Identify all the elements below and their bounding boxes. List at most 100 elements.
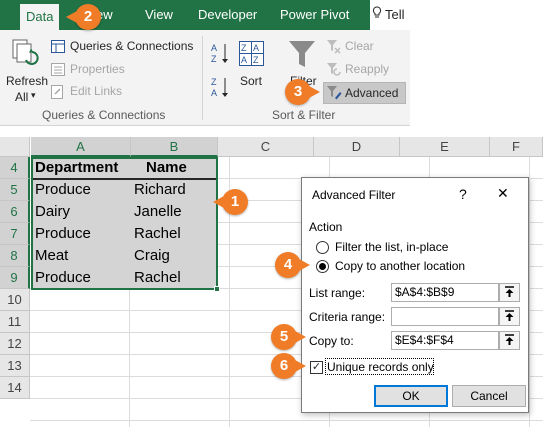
column-header-a[interactable]: A <box>31 137 131 157</box>
cell-a8[interactable]: Meat <box>35 245 68 267</box>
cancel-button[interactable]: Cancel <box>452 385 526 407</box>
tell-me[interactable]: Tell <box>372 0 405 30</box>
list-range-label: List range: <box>309 286 366 300</box>
reapply-icon <box>327 63 341 80</box>
svg-text:Z: Z <box>253 55 259 65</box>
column-header-b[interactable]: B <box>131 137 218 157</box>
step-marker-1: 1 <box>213 189 248 215</box>
radio-filter-in-place[interactable] <box>316 241 329 254</box>
svg-text:A: A <box>211 88 217 98</box>
action-label: Action <box>309 220 343 234</box>
row-header-5[interactable]: 5 <box>0 179 30 201</box>
column-header-f[interactable]: F <box>490 137 543 157</box>
column-header-d[interactable]: D <box>314 137 400 157</box>
tell-me-label: Tell <box>385 7 405 22</box>
queries-connections-button[interactable]: Queries & Connections <box>70 39 193 53</box>
refresh-all-icon[interactable] <box>12 38 40 77</box>
properties-icon <box>51 63 65 79</box>
svg-text:A: A <box>253 43 259 53</box>
svg-text:A: A <box>211 43 217 53</box>
copy-to-input[interactable]: $E$4:$F$4 <box>391 331 499 350</box>
copy-to-collapse-button[interactable] <box>499 331 520 350</box>
criteria-range-label: Criteria range: <box>309 310 386 324</box>
row-header-6[interactable]: 6 <box>0 201 30 223</box>
row-header-14[interactable]: 14 <box>0 377 30 399</box>
advanced-filter-icon <box>327 86 342 103</box>
criteria-range-collapse-button[interactable] <box>499 307 520 326</box>
refresh-all-label-2[interactable]: All <box>15 90 28 104</box>
unique-records-label[interactable]: Unique records only <box>327 360 434 374</box>
close-icon[interactable]: ✕ <box>497 185 509 202</box>
collapse-dialog-icon <box>505 310 514 321</box>
ok-button[interactable]: OK <box>374 385 448 407</box>
tab-data[interactable]: Data <box>20 4 60 30</box>
list-range-input[interactable]: $A$4:$B$9 <box>391 283 499 302</box>
help-icon[interactable]: ? <box>459 186 467 202</box>
copy-to-label: Copy to: <box>309 334 354 348</box>
row-header-7[interactable]: 7 <box>0 223 30 245</box>
select-all-corner[interactable] <box>0 137 30 157</box>
refresh-all-label[interactable]: Refresh <box>6 74 48 88</box>
cell-b6[interactable]: Janelle <box>134 201 182 223</box>
radio-copy-to-location-label[interactable]: Copy to another location <box>335 259 465 273</box>
tab-developer[interactable]: Developer <box>198 0 257 30</box>
step-marker-6: 6 <box>271 353 306 379</box>
svg-text:Z: Z <box>211 54 217 64</box>
row-header-10[interactable]: 10 <box>0 289 30 311</box>
cell-a7[interactable]: Produce <box>35 223 91 245</box>
cell-a9[interactable]: Produce <box>35 267 91 289</box>
reapply-button[interactable]: Reapply <box>345 62 389 76</box>
clear-filter-icon <box>327 40 341 57</box>
row-header-4[interactable]: 4 <box>0 157 30 179</box>
radio-copy-to-location[interactable] <box>316 260 329 273</box>
row-header-9[interactable]: 9 <box>0 267 30 289</box>
row-header-12[interactable]: 12 <box>0 333 30 355</box>
ribbon-divider <box>202 36 203 120</box>
step-marker-5: 5 <box>271 324 306 350</box>
advanced-button-label: Advanced <box>345 86 399 100</box>
radio-filter-in-place-label[interactable]: Filter the list, in-place <box>335 240 448 254</box>
column-header-e[interactable]: E <box>400 137 490 157</box>
edit-links-icon <box>51 85 65 102</box>
cell-b9[interactable]: Rachel <box>134 267 181 289</box>
chevron-down-icon[interactable]: ▾ <box>31 90 36 101</box>
tab-view[interactable]: View <box>145 0 173 30</box>
filter-funnel-icon[interactable] <box>288 40 316 73</box>
svg-text:Z: Z <box>211 77 217 87</box>
step-marker-3: 3 <box>285 79 320 105</box>
cell-a6[interactable]: Dairy <box>35 201 70 223</box>
edit-links-button[interactable]: Edit Links <box>70 84 122 98</box>
sort-dialog-icon[interactable]: ZAAZ <box>239 41 265 70</box>
cell-b5[interactable]: Richard <box>134 179 186 201</box>
row-header-8[interactable]: 8 <box>0 245 30 267</box>
cell-a5[interactable]: Produce <box>35 179 91 201</box>
sort-a-to-z-icon[interactable]: AZ <box>211 42 231 67</box>
collapse-dialog-icon <box>505 334 514 345</box>
queries-connections-icon <box>51 40 65 56</box>
fill-handle[interactable] <box>214 286 220 292</box>
svg-text:Z: Z <box>241 43 247 53</box>
group-label-sort-filter: Sort & Filter <box>272 108 336 122</box>
cell-a4[interactable]: Department <box>35 157 118 179</box>
cell-b8[interactable]: Craig <box>134 245 170 267</box>
tab-power-pivot[interactable]: Power Pivot <box>280 0 349 30</box>
advanced-filter-dialog: Advanced Filter ? ✕ Action Filter the li… <box>301 177 529 413</box>
dialog-title: Advanced Filter <box>312 188 396 202</box>
collapse-dialog-icon <box>505 286 514 297</box>
sort-button[interactable]: Sort <box>240 74 262 88</box>
criteria-range-input[interactable] <box>391 307 499 326</box>
ribbon: Refresh All ▾ Queries & Connections Prop… <box>0 30 410 126</box>
clear-button[interactable]: Clear <box>345 39 374 53</box>
row-header-11[interactable]: 11 <box>0 311 30 333</box>
step-marker-2: 2 <box>66 4 101 30</box>
properties-button[interactable]: Properties <box>70 62 125 76</box>
group-label-queries: Queries & Connections <box>42 108 166 122</box>
svg-text:A: A <box>241 55 247 65</box>
column-header-c[interactable]: C <box>218 137 314 157</box>
unique-records-checkbox[interactable]: ✓ <box>310 361 323 374</box>
row-header-13[interactable]: 13 <box>0 355 30 377</box>
sort-z-to-a-icon[interactable]: ZA <box>211 76 231 101</box>
cell-b7[interactable]: Rachel <box>134 223 181 245</box>
list-range-collapse-button[interactable] <box>499 283 520 302</box>
cell-b4[interactable]: Name <box>146 157 187 179</box>
